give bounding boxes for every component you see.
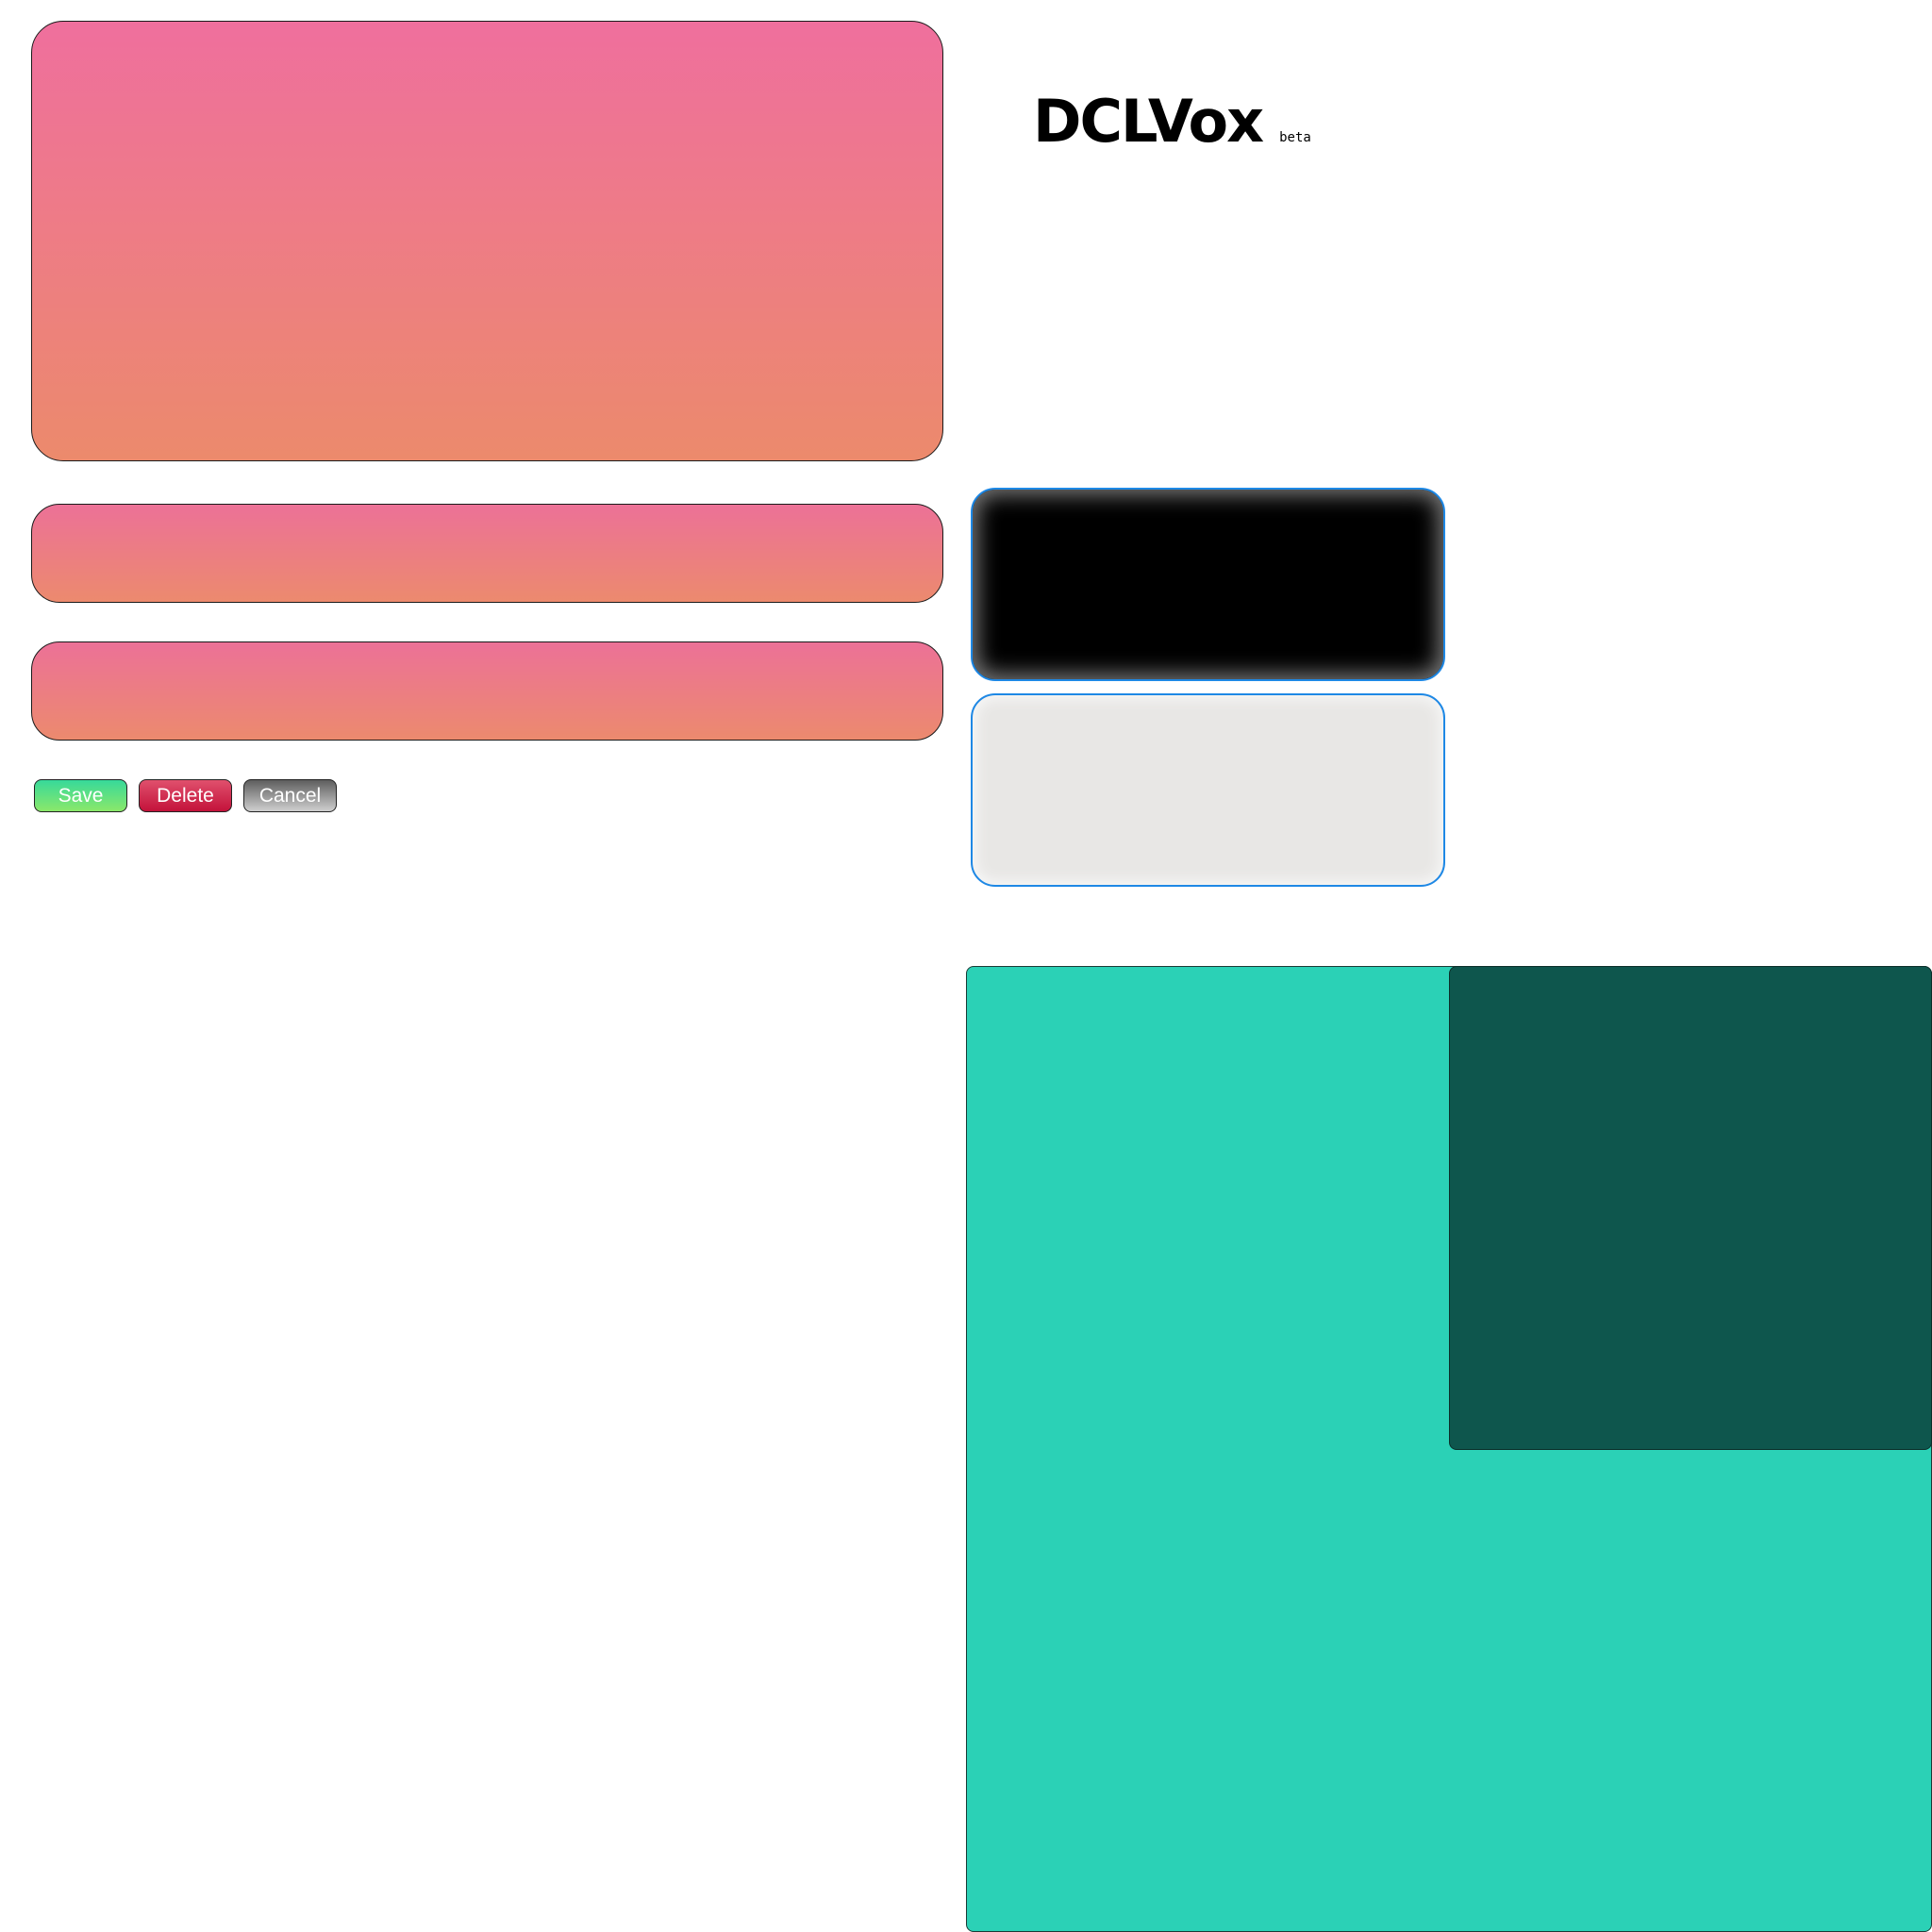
save-button[interactable]: Save xyxy=(34,779,127,812)
input-field-1[interactable] xyxy=(31,504,943,603)
light-preview-screen[interactable] xyxy=(971,693,1445,887)
delete-button[interactable]: Delete xyxy=(139,779,232,812)
canvas-quadrant-highlight[interactable] xyxy=(1449,966,1932,1450)
app-root: Save Delete Cancel DCLVox beta xyxy=(0,0,1932,1932)
cancel-button[interactable]: Cancel xyxy=(243,779,337,812)
dark-preview-screen[interactable] xyxy=(971,488,1445,681)
logo-title: DCLVox xyxy=(1033,87,1264,156)
preview-panel xyxy=(31,21,943,461)
action-button-row: Save Delete Cancel xyxy=(34,779,337,812)
beta-badge: beta xyxy=(1279,130,1311,145)
app-logo: DCLVox beta xyxy=(1033,87,1311,156)
input-field-2[interactable] xyxy=(31,641,943,741)
